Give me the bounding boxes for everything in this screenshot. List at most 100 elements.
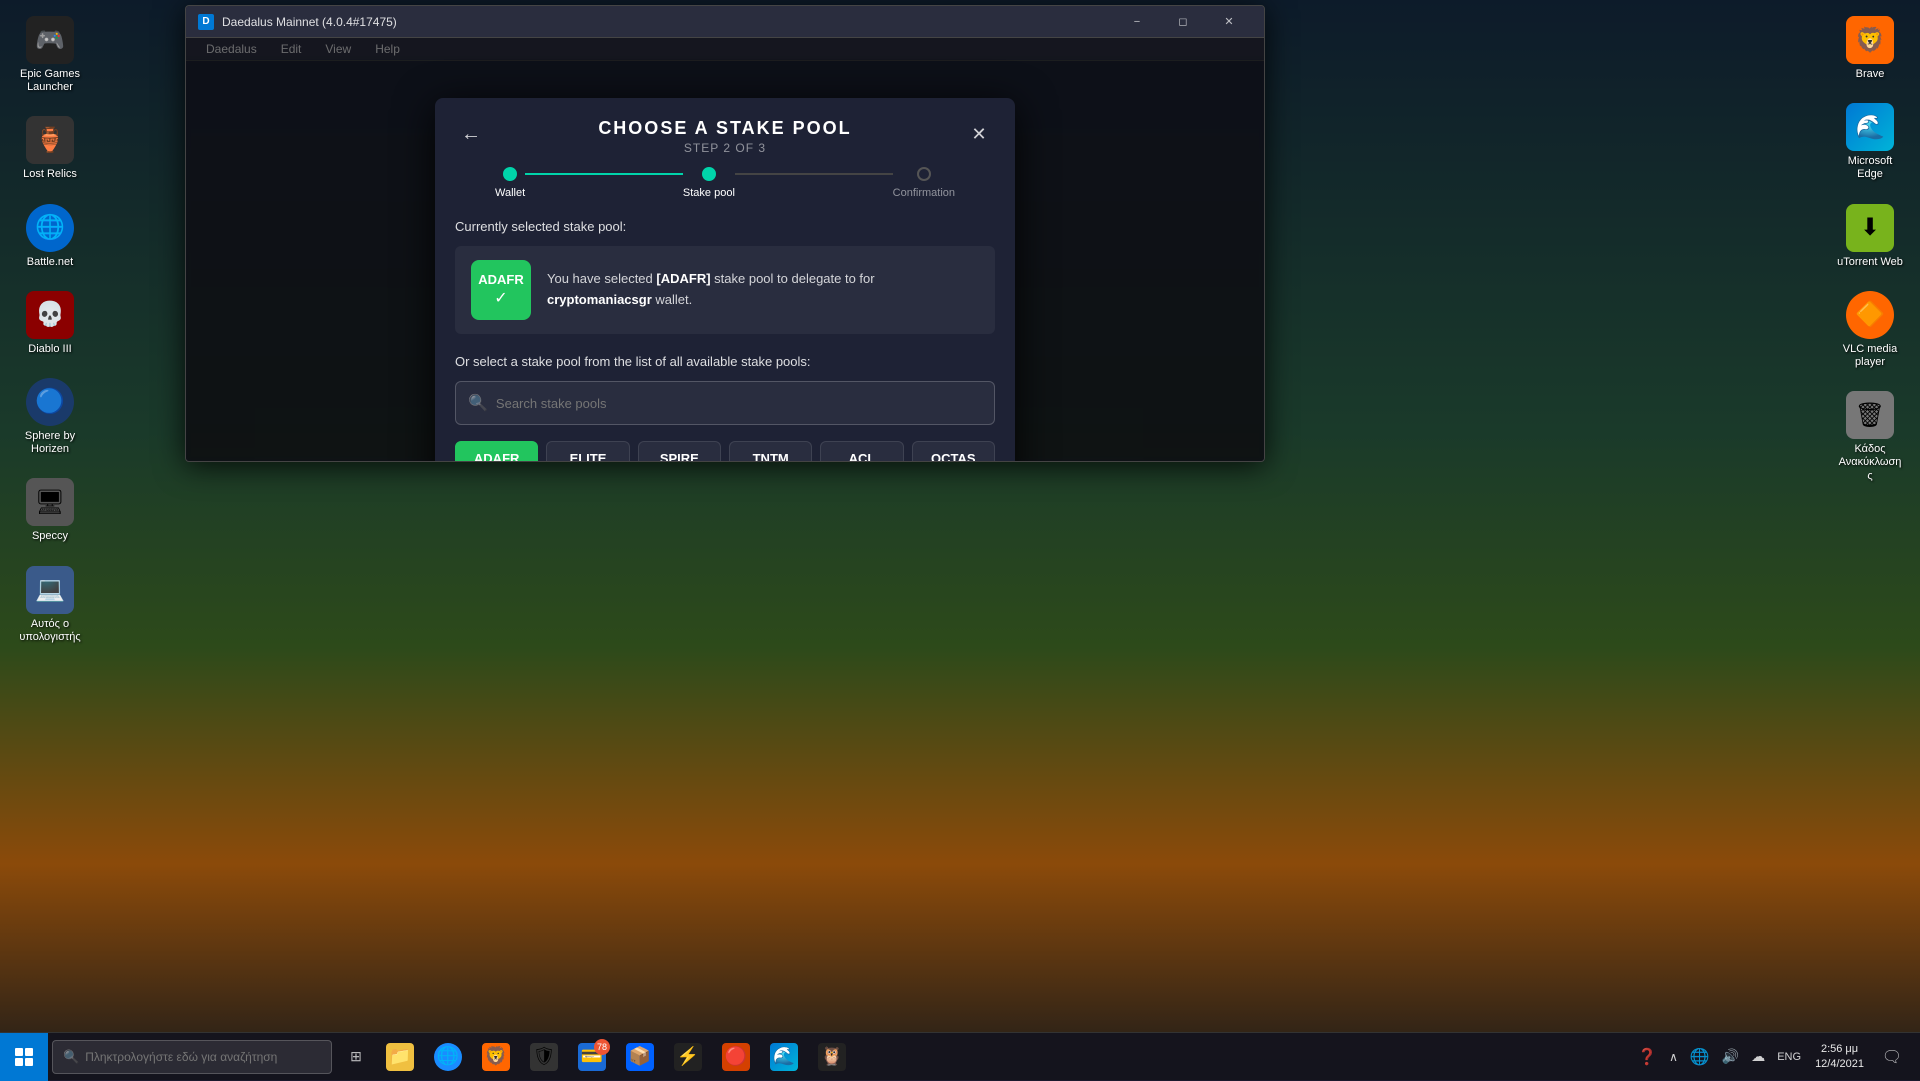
taskbar-app-spark[interactable]: ⚡ — [664, 1033, 712, 1081]
desktop-icon-diablo[interactable]: 💀 Diablo III — [10, 285, 90, 362]
systray-question[interactable]: ❓ — [1631, 1033, 1663, 1081]
desktop-icon-epic-games[interactable]: 🎮 Epic Games Launcher — [10, 10, 90, 100]
desktop-icon-label: Αυτός ο υπολογιστής — [16, 618, 84, 644]
desktop-icons-left: 🎮 Epic Games Launcher 🏺 Lost Relics 🌐 Ba… — [10, 10, 170, 1020]
desktop-icon-label: Battle.net — [27, 256, 73, 269]
search-box: 🔍 — [455, 381, 995, 425]
selected-pool-info: You have selected [ADAFR] stake pool to … — [547, 269, 979, 311]
step-circle-confirmation — [917, 167, 931, 181]
taskbar-search-icon: 🔍 — [63, 1049, 79, 1065]
desktop-icon-label: Sphere by Horizen — [16, 430, 84, 456]
step-circle-stakepool — [702, 167, 716, 181]
desktop-icon-label: Lost Relics — [23, 168, 77, 181]
task-view-button[interactable]: ⊞ — [336, 1033, 376, 1081]
minimize-button[interactable]: − — [1114, 6, 1160, 38]
start-button[interactable] — [0, 1033, 48, 1081]
pool-card-spire[interactable]: SPIRE 3 — [638, 441, 721, 462]
taskbar-apps: 📁 🌐 🦁 🛡 💳 78 📦 ⚡ — [376, 1033, 1623, 1081]
systray-lang[interactable]: ENG — [1771, 1033, 1807, 1081]
dropbox-icon: 📦 — [626, 1043, 654, 1071]
pool-card-octas[interactable]: OCTAS 6 — [912, 441, 995, 462]
taskbar: 🔍 ⊞ 📁 🌐 🦁 🛡 💳 78 — [0, 1032, 1920, 1080]
systray-expand[interactable]: ∧ — [1663, 1033, 1684, 1081]
task-view-icon: ⊞ — [350, 1048, 362, 1065]
desktop-icon-edge[interactable]: 🌊 Microsoft Edge — [1830, 97, 1910, 187]
office-icon: 🔴 — [722, 1043, 750, 1071]
selected-pool-badge: ADAFR ✓ — [471, 260, 531, 320]
desktop-icon-utorrent[interactable]: ⬇ uTorrent Web — [1830, 198, 1910, 275]
window-titlebar: D Daedalus Mainnet (4.0.4#17475) − ◻ ✕ — [186, 6, 1264, 38]
desktop-icon-label: Diablo III — [28, 343, 71, 356]
desktop-icon-vlc[interactable]: 🔶 VLC media player — [1830, 285, 1910, 375]
step-label-wallet: Wallet — [495, 187, 525, 199]
step-connector-2 — [735, 173, 893, 175]
spark-icon: ⚡ — [674, 1043, 702, 1071]
desktop: 🎮 Epic Games Launcher 🏺 Lost Relics 🌐 Ba… — [0, 0, 1920, 1080]
browser-icon: 🌐 — [434, 1043, 462, 1071]
modal-title: CHOOSE A STAKE POOL STEP 2 OF 3 — [598, 118, 851, 155]
desktop-icon-label: VLC media player — [1836, 343, 1904, 369]
modal-overlay: ← CHOOSE A STAKE POOL STEP 2 OF 3 ✕ Wall… — [186, 38, 1264, 461]
taskbar-app-badge[interactable]: 💳 78 — [568, 1033, 616, 1081]
selected-pool-badge-name: ADAFR — [478, 273, 524, 286]
desktop-icon-brave[interactable]: 🦁 Brave — [1830, 10, 1910, 87]
step-stakepool: Stake pool — [683, 167, 735, 199]
systray-cloud[interactable]: ☁ — [1745, 1033, 1771, 1081]
taskbar-search[interactable]: 🔍 — [52, 1040, 332, 1074]
desktop-icon-label: uTorrent Web — [1837, 256, 1903, 269]
main-window: D Daedalus Mainnet (4.0.4#17475) − ◻ ✕ D… — [185, 5, 1265, 462]
taskbar-app-edge[interactable]: 🌊 — [760, 1033, 808, 1081]
search-input[interactable] — [496, 396, 982, 411]
desktop-icon-sphere[interactable]: 🔵 Sphere by Horizen — [10, 372, 90, 462]
systray-network[interactable]: 🌐 — [1684, 1033, 1716, 1081]
desktop-icon-battlenet[interactable]: 🌐 Battle.net — [10, 198, 90, 275]
desktop-icon-recycle[interactable]: 🗑 Κάδος Ανακύκλωσης — [1830, 385, 1910, 489]
step-confirmation: Confirmation — [893, 167, 955, 199]
taskbar-systray: ❓ ∧ 🌐 🔊 ☁ ENG 2:56 μμ 12/4/2021 🗨 — [1623, 1033, 1920, 1081]
step-label-confirmation: Confirmation — [893, 187, 955, 199]
badge-count: 78 — [594, 1039, 610, 1055]
pool-card-elite[interactable]: ELITE 2 — [546, 441, 629, 462]
desktop-icon-lost-relics[interactable]: 🏺 Lost Relics — [10, 110, 90, 187]
shield-icon: 🛡 — [530, 1043, 558, 1071]
pool-card-adafr[interactable]: ADAFR ✓ — [455, 441, 538, 462]
step-wallet: Wallet — [495, 167, 525, 199]
modal-close-button[interactable]: ✕ — [963, 118, 995, 150]
desktop-icon-label: Brave — [1856, 68, 1885, 81]
edge-icon: 🌊 — [770, 1043, 798, 1071]
steps-indicator: Wallet Stake pool Confirmation — [435, 155, 1015, 199]
taskbar-app-office[interactable]: 🔴 — [712, 1033, 760, 1081]
notification-icon: 🗨 — [1882, 1047, 1902, 1067]
pool-card-acl[interactable]: ACL 5 — [820, 441, 903, 462]
taskbar-app-dropbox[interactable]: 📦 — [616, 1033, 664, 1081]
pool-card-tntm[interactable]: TNTM 4 — [729, 441, 812, 462]
desktop-icon-speccy[interactable]: 🖥 Speccy — [10, 472, 90, 549]
pool-grid-row1: ADAFR ✓ ELITE 2 — [455, 441, 995, 462]
window-controls: − ◻ ✕ — [1114, 6, 1252, 38]
taskbar-app-owl[interactable]: 🦉 — [808, 1033, 856, 1081]
brave-icon: 🦁 — [482, 1043, 510, 1071]
systray-notifications-button[interactable]: 🗨 — [1872, 1033, 1912, 1081]
desktop-icons-right: 🦁 Brave 🌊 Microsoft Edge ⬇ uTorrent Web … — [1830, 10, 1910, 489]
desktop-icon-label: Speccy — [32, 530, 68, 543]
systray-clock[interactable]: 2:56 μμ 12/4/2021 — [1807, 1042, 1872, 1071]
taskbar-app-browser1[interactable]: 🌐 — [424, 1033, 472, 1081]
modal-header: ← CHOOSE A STAKE POOL STEP 2 OF 3 ✕ — [435, 98, 1015, 155]
desktop-icon-label: Epic Games Launcher — [16, 68, 84, 94]
choose-stake-pool-modal: ← CHOOSE A STAKE POOL STEP 2 OF 3 ✕ Wall… — [435, 98, 1015, 462]
selected-pool-label: Currently selected stake pool: — [455, 219, 995, 234]
back-button[interactable]: ← — [455, 118, 487, 150]
desktop-icon-computer[interactable]: 💻 Αυτός ο υπολογιστής — [10, 560, 90, 650]
desktop-icon-label: Microsoft Edge — [1836, 155, 1904, 181]
taskbar-app-shield[interactable]: 🛡 — [520, 1033, 568, 1081]
taskbar-search-input[interactable] — [85, 1050, 321, 1064]
close-button[interactable]: ✕ — [1206, 6, 1252, 38]
modal-body: Currently selected stake pool: ADAFR ✓ Y… — [435, 199, 1015, 462]
taskbar-app-brave[interactable]: 🦁 — [472, 1033, 520, 1081]
systray-sound[interactable]: 🔊 — [1716, 1033, 1745, 1081]
window-icon: D — [198, 14, 214, 30]
taskbar-app-explorer[interactable]: 📁 — [376, 1033, 424, 1081]
or-select-label: Or select a stake pool from the list of … — [455, 354, 995, 369]
restore-button[interactable]: ◻ — [1160, 6, 1206, 38]
desktop-icon-label: Κάδος Ανακύκλωσης — [1836, 443, 1904, 483]
